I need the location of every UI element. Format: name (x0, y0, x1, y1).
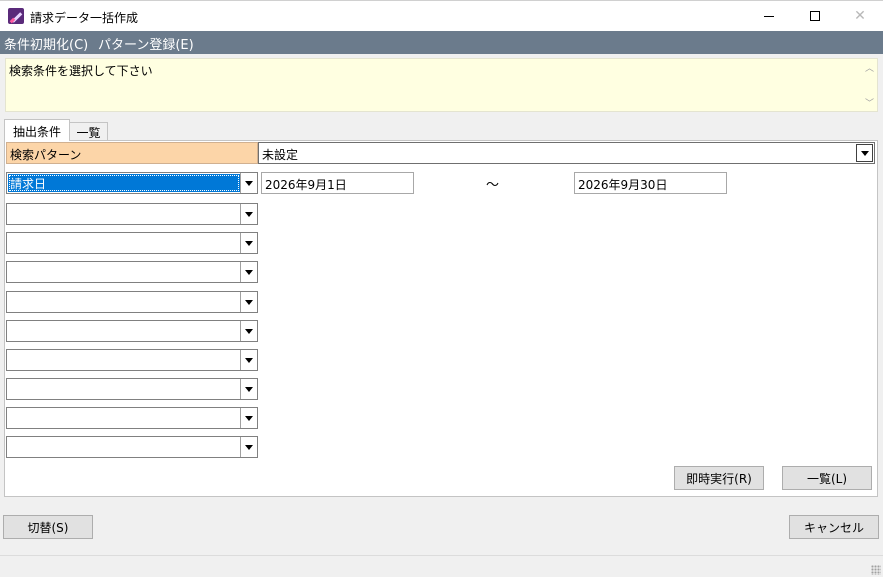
chevron-down-icon[interactable] (240, 173, 257, 193)
condition-field-select-3[interactable] (6, 232, 258, 254)
resize-grip-icon[interactable] (871, 565, 881, 575)
cancel-button[interactable]: キャンセル (789, 515, 879, 539)
tab-list[interactable]: 一覧 (70, 122, 108, 141)
condition-field-select-5[interactable] (6, 291, 258, 313)
maximize-icon (810, 11, 820, 21)
menu-register-pattern[interactable]: パターン登録(E) (98, 34, 194, 53)
minimize-button[interactable] (746, 1, 792, 31)
chevron-down-icon[interactable] (240, 292, 257, 312)
chevron-down-icon[interactable] (240, 379, 257, 399)
condition-field-select-9[interactable] (6, 407, 258, 429)
search-pattern-value: 未設定 (262, 148, 299, 162)
condition-field-select-7[interactable] (6, 349, 258, 371)
close-button[interactable]: ✕ (837, 1, 883, 31)
list-button[interactable]: 一覧(L) (782, 466, 872, 490)
title-bar: 請求データ一括作成 ✕ (0, 0, 883, 31)
chevron-down-icon[interactable] (240, 233, 257, 253)
menu-bar: 条件初期化(C) パターン登録(E) (0, 31, 883, 54)
minimize-icon (764, 15, 774, 17)
range-separator: 〜 (486, 178, 500, 193)
condition-field-select-1[interactable]: 請求日 (6, 172, 258, 194)
chevron-down-icon[interactable] (240, 262, 257, 282)
condition-field-value: 請求日 (8, 174, 240, 192)
search-pattern-label: 検索パターン (6, 142, 258, 164)
search-pattern-select[interactable]: 未設定 (258, 142, 875, 164)
status-bar (0, 555, 883, 577)
message-box: 検索条件を選択して下さい ︿ ﹀ (5, 58, 878, 112)
condition-field-select-8[interactable] (6, 378, 258, 400)
run-now-button[interactable]: 即時実行(R) (674, 466, 764, 490)
scroll-up-icon[interactable]: ︿ (865, 61, 874, 74)
tab-extract-conditions[interactable]: 抽出条件 (4, 119, 70, 141)
chevron-down-icon[interactable] (856, 144, 873, 162)
condition-field-select-4[interactable] (6, 261, 258, 283)
window-title: 請求データ一括作成 (30, 11, 139, 25)
chevron-down-icon[interactable] (240, 204, 257, 224)
date-from-field[interactable]: 2026年9月1日 (261, 172, 414, 194)
condition-field-select-6[interactable] (6, 320, 258, 342)
chevron-down-icon[interactable] (240, 408, 257, 428)
message-text: 検索条件を選択して下さい (9, 64, 153, 78)
condition-field-select-10[interactable] (6, 436, 258, 458)
close-icon: ✕ (854, 8, 866, 24)
scroll-down-icon[interactable]: ﹀ (865, 96, 874, 109)
app-logo-icon (8, 8, 24, 24)
condition-field-select-2[interactable] (6, 203, 258, 225)
switch-button[interactable]: 切替(S) (3, 515, 93, 539)
chevron-down-icon[interactable] (240, 437, 257, 457)
menu-reset-conditions[interactable]: 条件初期化(C) (4, 34, 88, 53)
chevron-down-icon[interactable] (240, 321, 257, 341)
chevron-down-icon[interactable] (240, 350, 257, 370)
date-to-field[interactable]: 2026年9月30日 (574, 172, 727, 194)
maximize-button[interactable] (792, 1, 838, 31)
